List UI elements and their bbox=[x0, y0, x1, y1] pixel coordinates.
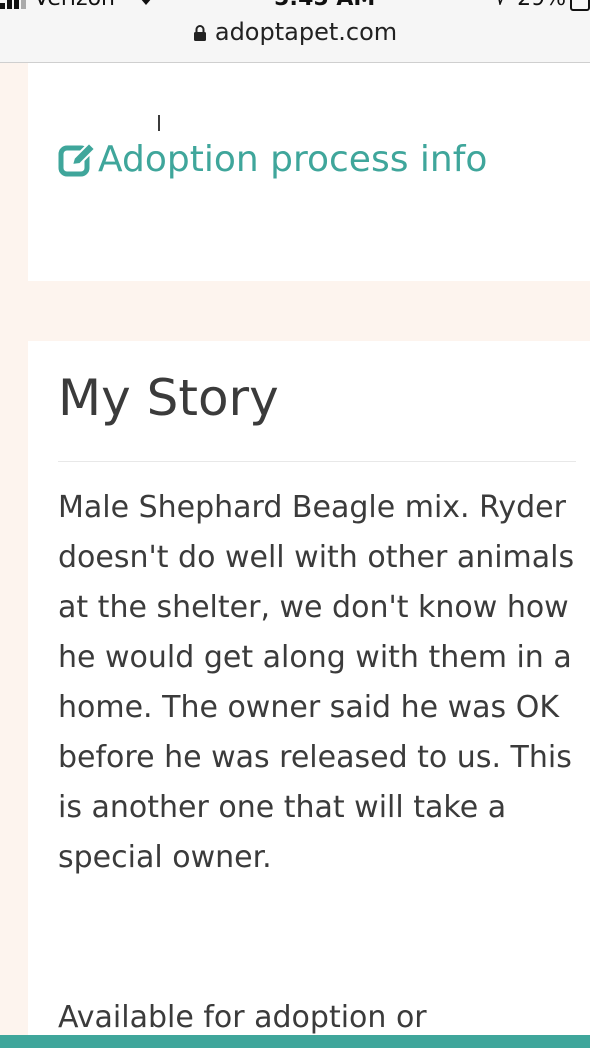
bottom-accent-bar bbox=[0, 1035, 590, 1048]
story-card: My Story Male Shephard Beagle mix. Ryder… bbox=[28, 341, 590, 1048]
adoption-process-label: Adoption process info bbox=[98, 139, 488, 180]
url-text: adoptapet.com bbox=[214, 18, 398, 46]
status-left: Verizon bbox=[0, 0, 155, 11]
story-paragraph-1: Male Shephard Beagle mix. Ryder doesn't … bbox=[58, 490, 575, 875]
cellular-signal-icon bbox=[0, 0, 26, 9]
adoption-process-link[interactable]: Adoption process info bbox=[58, 139, 487, 180]
status-time: 5:45 AM bbox=[274, 0, 375, 11]
wifi-icon bbox=[142, 0, 150, 5]
story-title: My Story bbox=[58, 369, 279, 427]
edit-square-icon bbox=[58, 141, 96, 176]
info-card: Adoption process info bbox=[28, 63, 590, 281]
battery-percent: 29% bbox=[517, 0, 566, 11]
location-arrow-icon bbox=[498, 0, 503, 5]
status-bar: Verizon 5:45 AM 29% adoptapet.com bbox=[0, 0, 590, 63]
battery-icon bbox=[570, 0, 590, 11]
clipped-text-fragment bbox=[158, 115, 160, 131]
lock-icon bbox=[193, 25, 206, 41]
address-bar[interactable]: adoptapet.com bbox=[0, 18, 590, 46]
status-right: 29% bbox=[493, 0, 590, 11]
page-margin bbox=[0, 63, 28, 1048]
title-divider bbox=[58, 461, 576, 462]
carrier-name: Verizon bbox=[34, 0, 115, 11]
